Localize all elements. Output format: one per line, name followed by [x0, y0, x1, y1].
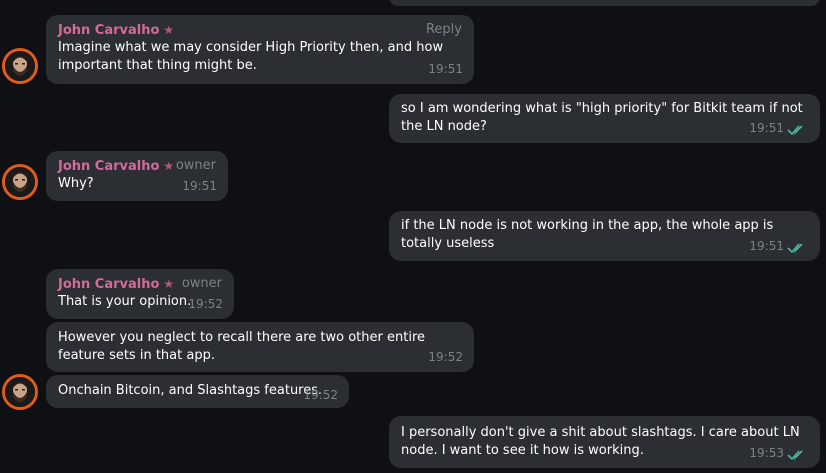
message-bubble[interactable]: Onchain Bitcoin, and Slashtags features.… — [46, 375, 349, 408]
avatar[interactable] — [2, 164, 38, 200]
avatar[interactable] — [2, 48, 38, 84]
message-bubble[interactable]: John Carvalho ★ owner Why? 19:51 — [46, 151, 228, 201]
message-bubble[interactable]: John Carvalho ★ Reply Imagine what we may… — [46, 15, 474, 84]
avatar-face-icon — [5, 167, 35, 197]
member-role-badge: owner — [181, 276, 222, 291]
message-time: 19:51 — [182, 179, 217, 193]
message-bubble[interactable]: However you neglect to recall there are … — [46, 322, 474, 372]
message-time: 19:51 — [428, 62, 463, 76]
message-text: so I am wondering what is "high priority… — [401, 101, 803, 134]
avatar-face-icon — [5, 377, 35, 407]
previous-message-bubble — [389, 0, 820, 6]
double-check-icon — [787, 125, 803, 136]
star-icon: ★ — [163, 159, 175, 173]
message-bubble[interactable]: I personally don't give a shit about sla… — [389, 416, 820, 468]
message-text: Imagine what we may consider High Priori… — [58, 40, 444, 73]
double-check-icon — [787, 243, 803, 254]
message-time: 19:52 — [303, 388, 338, 402]
message-text: However you neglect to recall there are … — [58, 330, 425, 363]
avatar-face-icon — [5, 51, 35, 81]
star-icon: ★ — [163, 23, 175, 37]
double-check-icon — [787, 450, 803, 461]
message-time: 19:52 — [188, 297, 223, 311]
reply-link[interactable]: Reply — [426, 21, 462, 39]
message-time: 19:53 — [749, 446, 784, 460]
member-role-badge: owner — [175, 158, 216, 173]
message-bubble[interactable]: so I am wondering what is "high priority… — [389, 94, 820, 143]
message-text: if the LN node is not working in the app… — [401, 218, 774, 251]
message-time: 19:52 — [428, 350, 463, 364]
avatar[interactable] — [2, 374, 38, 410]
message-text: I personally don't give a shit about sla… — [401, 425, 800, 458]
star-icon: ★ — [163, 277, 175, 291]
message-bubble[interactable]: John Carvalho ★ owner That is your opinio… — [46, 269, 234, 319]
sender-name[interactable]: John Carvalho ★ — [58, 21, 462, 39]
message-time: 19:51 — [749, 239, 784, 253]
message-time: 19:51 — [749, 121, 784, 135]
message-bubble[interactable]: if the LN node is not working in the app… — [389, 211, 820, 261]
message-text: Onchain Bitcoin, and Slashtags features. — [58, 383, 323, 398]
